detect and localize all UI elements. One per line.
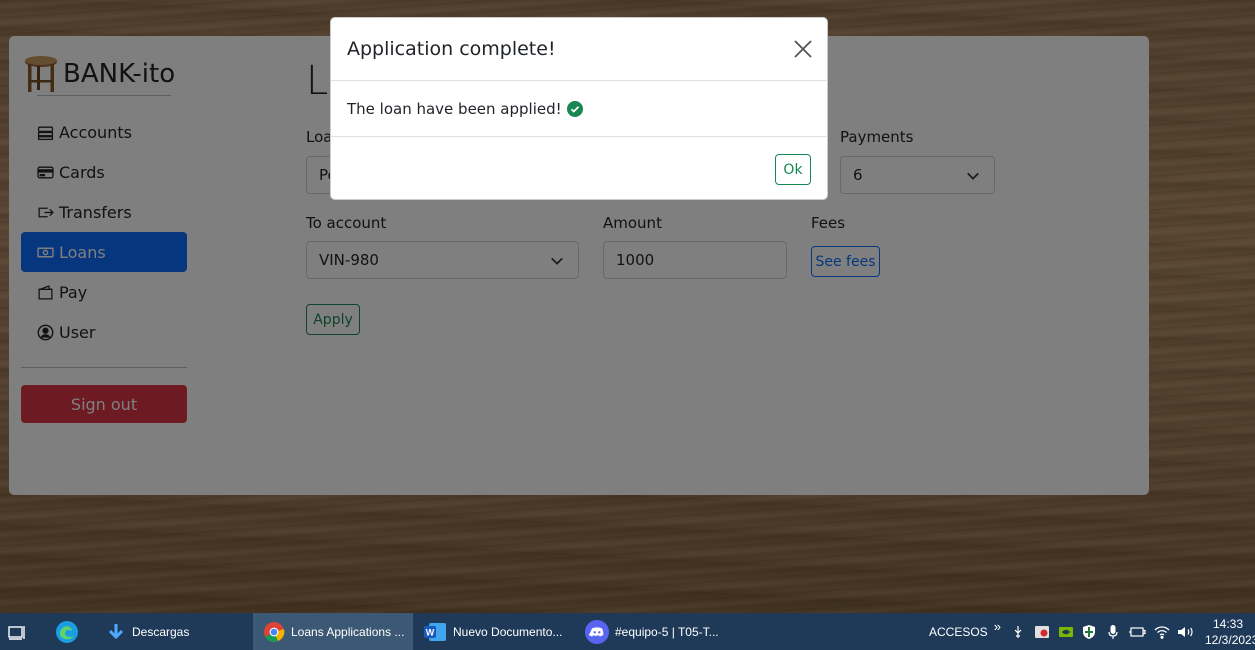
taskbar-item-label: Nuevo Documento... <box>453 624 563 639</box>
modal-header: Application complete! <box>331 18 827 81</box>
clock-date: 12/3/2023 <box>1205 633 1255 647</box>
modal-body: The loan have been applied! <box>331 81 827 137</box>
usb-icon[interactable] <box>1011 625 1025 639</box>
modal-message: The loan have been applied! <box>347 99 562 118</box>
system-tray: ACCESOS » <box>929 613 1195 650</box>
taskbar-item-label: Loans Applications ... <box>291 624 405 639</box>
taskbar-item-label: #equipo-5 | T05-T... <box>615 624 719 639</box>
ok-button[interactable]: Ok <box>775 154 811 185</box>
chrome-icon <box>264 621 285 642</box>
taskbar-item-chrome[interactable]: Loans Applications ... <box>253 613 413 650</box>
volume-icon[interactable] <box>1177 625 1195 639</box>
modal-title: Application complete! <box>347 38 556 60</box>
application-complete-modal: Application complete! The loan have been… <box>330 17 828 200</box>
clock-time: 14:33 <box>1212 617 1244 631</box>
security-shield-icon[interactable] <box>1081 624 1097 640</box>
antivirus-icon[interactable] <box>1034 625 1050 639</box>
download-icon <box>108 623 124 639</box>
taskbar: Descargas Loans Applications ... W Nuevo… <box>0 613 1255 650</box>
taskbar-item-label: Descargas <box>132 624 190 639</box>
svg-text:W: W <box>426 627 435 637</box>
wifi-icon[interactable] <box>1154 625 1170 639</box>
toolbar-expand-chevron[interactable]: » <box>994 619 1001 634</box>
taskbar-item-word[interactable]: W Nuevo Documento... <box>423 613 568 650</box>
word-icon: W <box>424 622 446 641</box>
discord-icon <box>585 619 609 644</box>
taskbar-item-downloads[interactable]: Descargas <box>98 613 197 650</box>
microphone-icon[interactable] <box>1107 624 1119 640</box>
check-circle-icon <box>566 100 583 117</box>
nvidia-icon[interactable] <box>1058 625 1074 639</box>
task-view-icon[interactable] <box>6 621 28 643</box>
close-icon[interactable] <box>793 39 813 59</box>
taskbar-clock[interactable]: 14:33 12/3/2023 <box>1205 616 1255 648</box>
battery-icon[interactable] <box>1128 625 1146 639</box>
edge-icon[interactable] <box>55 620 79 644</box>
accesos-toolbar[interactable]: ACCESOS <box>929 625 988 639</box>
taskbar-item-discord[interactable]: #equipo-5 | T05-T... <box>585 613 719 650</box>
